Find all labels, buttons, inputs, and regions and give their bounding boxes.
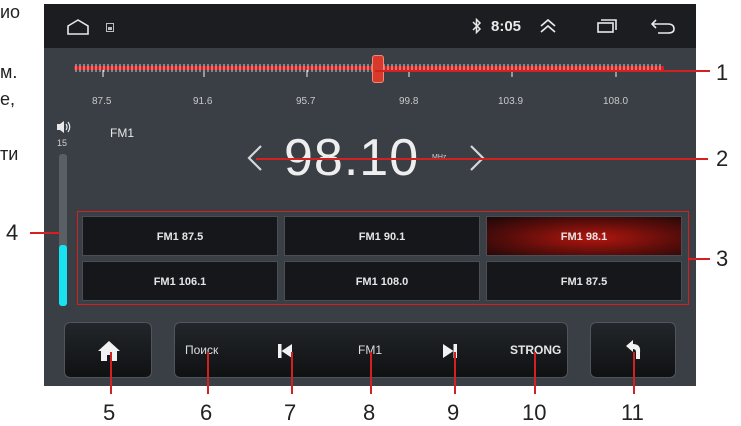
callout-number: 2: [716, 146, 729, 171]
volume-icon: [57, 121, 71, 133]
callout-line: [375, 70, 710, 72]
band-indicator: FM1: [110, 126, 134, 140]
preset-button[interactable]: FM1 90.1: [284, 216, 480, 256]
callout-line: [207, 352, 209, 394]
callout-line: [454, 352, 456, 394]
callout-number: 11: [621, 400, 644, 425]
volume-slider[interactable]: [59, 154, 67, 306]
frequency-slider-thumb[interactable]: [372, 55, 384, 83]
callout-line: [291, 352, 293, 394]
callout-line: [633, 352, 635, 394]
callout-number: 6: [200, 400, 213, 425]
preset-button[interactable]: FM1 87.5: [82, 216, 278, 256]
scale-label: 91.6: [193, 96, 213, 107]
callout-number: 4: [6, 220, 19, 245]
volume-slider-fill: [59, 245, 67, 306]
preset-button[interactable]: FM1 87.5: [486, 261, 682, 301]
home-button[interactable]: [64, 322, 152, 378]
preset-button-active[interactable]: FM1 98.1: [486, 216, 682, 256]
preset-button[interactable]: FM1 106.1: [82, 261, 278, 301]
home-icon: [98, 341, 120, 361]
double-chevron-up-icon[interactable]: [539, 17, 557, 35]
callout-line: [256, 158, 708, 160]
doc-text-fragment: ти: [0, 144, 19, 164]
scale-label: 95.7: [296, 96, 316, 107]
callout-number: 1: [716, 60, 729, 85]
callout-line: [370, 352, 372, 394]
scale-label: 99.8: [399, 96, 419, 107]
callout-number: 7: [284, 400, 297, 425]
callout-number: 8: [363, 400, 376, 425]
signal-strength-button[interactable]: STRONG: [510, 343, 561, 357]
status-bar: 8:05: [44, 4, 696, 48]
recent-apps-icon[interactable]: [596, 18, 618, 34]
callout-number: 10: [522, 400, 547, 425]
search-button[interactable]: Поиск: [185, 343, 218, 357]
scale-label: 108.0: [603, 96, 629, 107]
doc-text-fragment: е,: [0, 89, 16, 109]
volume-level: 15: [57, 138, 68, 148]
callout-line: [534, 352, 536, 394]
next-station-button[interactable]: [442, 343, 458, 359]
radio-screen: 8:05 87.5 91.6 95.7 99.8 103.9 108.0 15 …: [44, 4, 696, 386]
callout-number: 5: [103, 400, 116, 425]
doc-text-fragment: ио: [0, 2, 21, 22]
back-arrow-icon[interactable]: [650, 18, 676, 34]
callout-line: [688, 258, 710, 260]
callout-number: 3: [716, 246, 729, 271]
preset-button[interactable]: FM1 108.0: [284, 261, 480, 301]
doc-text-fragment: м.: [0, 62, 18, 82]
bluetooth-icon: [472, 18, 482, 34]
clock: 8:05: [491, 18, 522, 35]
callout-line: [110, 352, 112, 394]
sim-icon: [106, 23, 114, 32]
callout-number: 9: [447, 400, 460, 425]
callout-line: [30, 232, 60, 234]
scale-label: 87.5: [92, 96, 112, 107]
scale-label: 103.9: [498, 96, 524, 107]
home-outline-icon[interactable]: [66, 19, 90, 35]
